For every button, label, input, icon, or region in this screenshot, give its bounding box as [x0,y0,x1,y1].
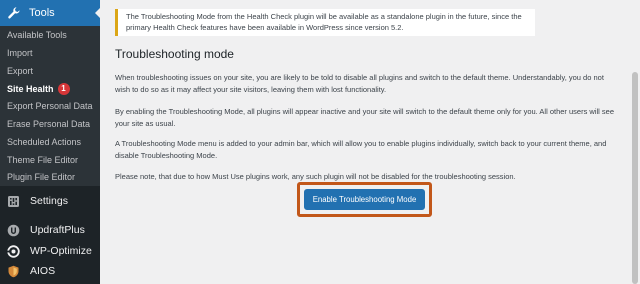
wrench-icon [7,6,21,20]
update-count-badge: 1 [57,83,70,95]
settings-icon [7,195,20,208]
sidebar-item-aios[interactable]: AIOS [0,260,100,282]
sidebar-item-tools[interactable]: Tools [0,0,101,26]
sidebar-item-wp-optimize[interactable]: WP-Optimize [0,240,100,262]
sidebar-item-label: AIOS [30,265,56,277]
submenu-erase-personal-data[interactable]: Erase Personal Data [7,119,90,129]
tools-submenu: Available Tools Import Export Site Healt… [0,26,100,186]
sidebar-item-settings[interactable]: Settings [0,190,100,212]
intro-paragraph: When troubleshooting issues on your site… [115,73,604,94]
submenu-scheduled-actions[interactable]: Scheduled Actions [7,137,81,147]
scrollbar-thumb[interactable] [632,72,638,284]
submenu-export[interactable]: Export [7,66,33,76]
notice-text: The Troubleshooting Mode from the Health… [126,12,522,32]
enable-troubleshooting-mode-button[interactable]: Enable Troubleshooting Mode [304,189,425,210]
sidebar-item-label: WP-Optimize [30,245,92,257]
sidebar-item-label: Tools [29,7,55,19]
enable-info-paragraph: By enabling the Troubleshooting Mode, al… [115,107,615,128]
main-content: The Troubleshooting Mode from the Health… [100,0,630,284]
wp-optimize-icon [7,244,20,258]
page-heading: Troubleshooting mode [115,47,234,61]
sidebar-item-updraftplus[interactable]: UpdraftPlus [0,219,100,241]
admin-bar-paragraph: A Troubleshooting Mode menu is added to … [115,139,607,160]
aios-icon [7,265,20,278]
submenu-import[interactable]: Import [7,48,33,58]
admin-sidebar: Tools Available Tools Import Export Site… [0,0,101,284]
info-notice: The Troubleshooting Mode from the Health… [115,9,535,36]
updraftplus-icon [7,224,20,237]
sidebar-item-label: Settings [30,195,68,207]
submenu-available-tools[interactable]: Available Tools [7,30,67,40]
submenu-theme-file-editor[interactable]: Theme File Editor [7,155,78,165]
submenu-plugin-file-editor[interactable]: Plugin File Editor [7,172,75,182]
sidebar-item-label: UpdraftPlus [30,224,85,236]
submenu-site-health[interactable]: Site Health 1 [7,83,70,95]
button-highlight-frame: Enable Troubleshooting Mode [297,182,432,217]
must-use-note-paragraph: Please note, that due to how Must Use pl… [115,172,516,181]
submenu-export-personal-data[interactable]: Export Personal Data [7,101,93,111]
